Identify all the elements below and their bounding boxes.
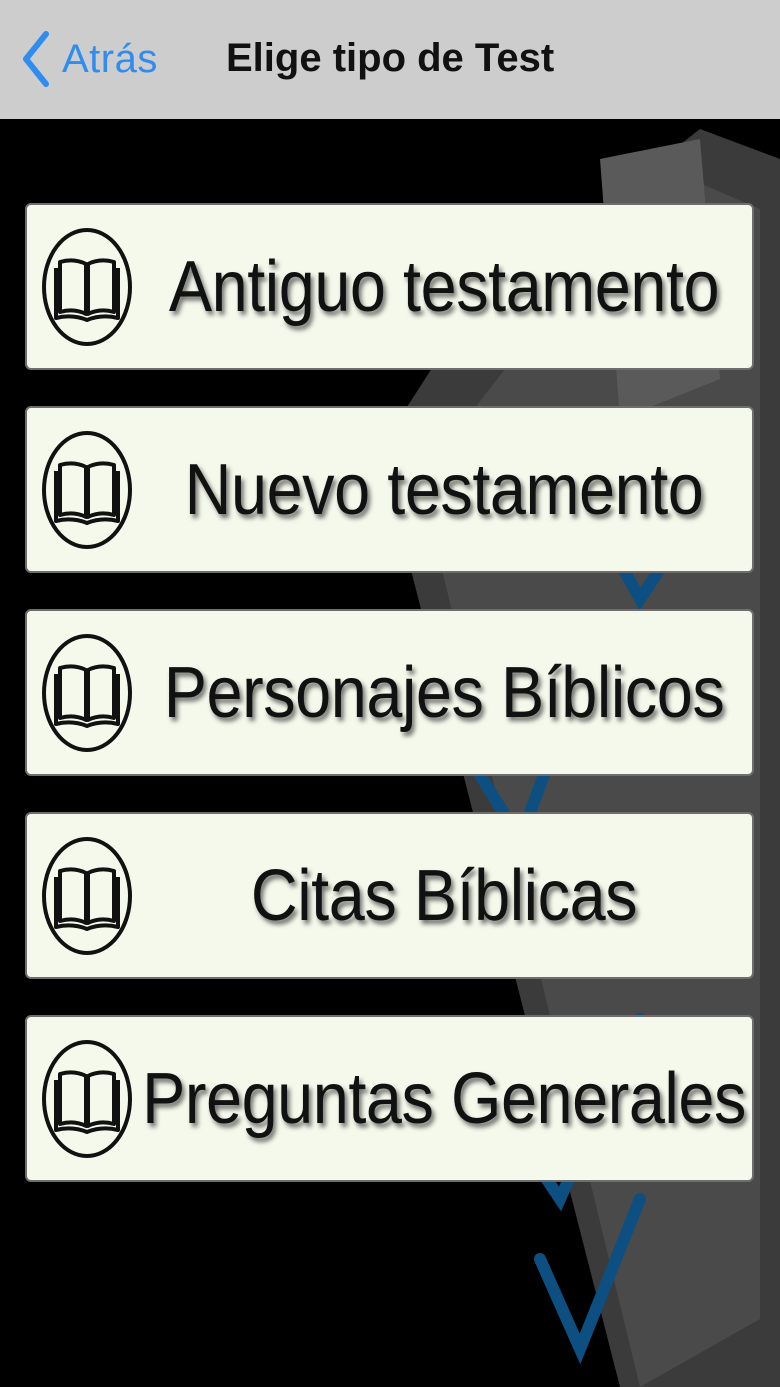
menu-item-citas-biblicas[interactable]: Citas Bíblicas: [25, 812, 754, 979]
menu-item-label: Antiguo testamento: [168, 246, 720, 327]
test-type-menu: Antiguo testamento Nuevo testamento Pers…: [25, 203, 754, 1182]
navigation-bar: Atrás Elige tipo de Test: [0, 0, 780, 119]
menu-item-antiguo-testamento[interactable]: Antiguo testamento: [25, 203, 754, 370]
menu-item-label: Citas Bíblicas: [250, 855, 638, 936]
back-button[interactable]: Atrás: [18, 28, 158, 90]
open-book-icon: [42, 227, 132, 346]
open-book-icon: [42, 633, 132, 752]
open-book-icon: [42, 430, 132, 549]
page-title: Elige tipo de Test: [226, 36, 555, 80]
menu-item-personajes-biblicos[interactable]: Personajes Bíblicos: [25, 609, 754, 776]
menu-item-label: Preguntas Generales: [142, 1058, 746, 1139]
screen: Atrás Elige tipo de Test Antiguo testame…: [0, 0, 780, 1387]
menu-item-label: Personajes Bíblicos: [163, 652, 725, 733]
back-button-label: Atrás: [62, 36, 158, 81]
chevron-left-icon: [23, 31, 49, 87]
menu-item-preguntas-generales[interactable]: Preguntas Generales: [25, 1015, 754, 1182]
open-book-icon: [42, 1039, 132, 1158]
menu-item-label: Nuevo testamento: [184, 449, 704, 530]
open-book-icon: [42, 836, 132, 955]
menu-item-nuevo-testamento[interactable]: Nuevo testamento: [25, 406, 754, 573]
